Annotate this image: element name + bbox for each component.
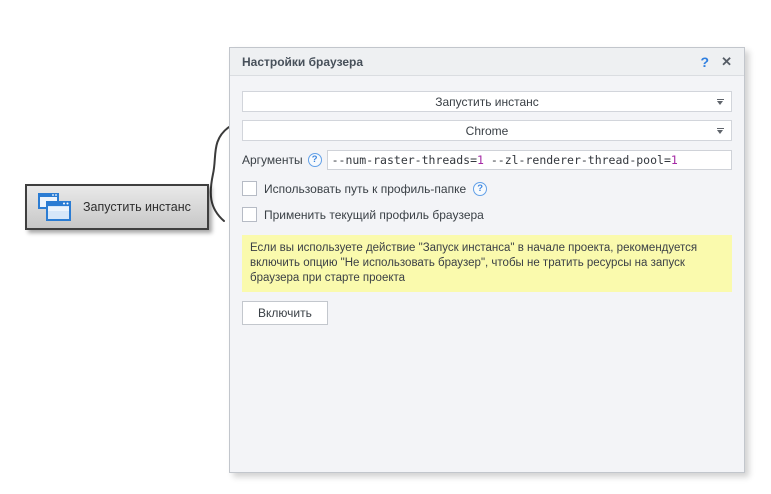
checkbox-row-profile-path: Использовать путь к профиль-папке ?: [242, 181, 732, 196]
action-select[interactable]: Запустить инстанс: [242, 91, 732, 112]
browser-select-value: Chrome: [466, 124, 509, 138]
close-icon[interactable]: ✕: [721, 54, 732, 70]
checkbox-label[interactable]: Применить текущий профиль браузера: [264, 208, 484, 222]
checkbox-use-profile-path[interactable]: [242, 181, 257, 196]
browser-settings-dialog: Настройки браузера ? ✕ Запустить инстанс…: [229, 47, 745, 473]
dialog-body: Запустить инстанс Chrome Аргументы ? --n…: [230, 91, 744, 325]
browser-select[interactable]: Chrome: [242, 120, 732, 141]
chevron-down-icon: [717, 99, 724, 105]
arguments-row: Аргументы ? --num-raster-threads=1 --zl-…: [242, 150, 732, 170]
profile-path-help-icon[interactable]: ?: [473, 182, 487, 196]
chevron-down-icon: [717, 128, 724, 134]
checkbox-row-current-profile: Применить текущий профиль браузера: [242, 207, 732, 222]
arguments-input[interactable]: --num-raster-threads=1 --zl-renderer-thr…: [327, 150, 732, 170]
dialog-title: Настройки браузера: [242, 55, 701, 69]
arguments-help-icon[interactable]: ?: [308, 153, 322, 167]
dialog-help-icon[interactable]: ?: [701, 54, 710, 70]
action-node-label: Запустить инстанс: [83, 200, 191, 214]
notice-box: Если вы используете действие "Запуск инс…: [242, 235, 732, 292]
action-node-launch-instance[interactable]: Запустить инстанс: [25, 184, 209, 230]
checkbox-apply-current-profile[interactable]: [242, 207, 257, 222]
enable-button[interactable]: Включить: [242, 301, 328, 325]
action-select-value: Запустить инстанс: [435, 95, 539, 109]
checkbox-label[interactable]: Использовать путь к профиль-папке: [264, 182, 466, 196]
browser-windows-icon: [37, 192, 71, 222]
arguments-label: Аргументы: [242, 153, 303, 167]
workspace: Запустить инстанс Настройки браузера ? ✕…: [0, 0, 771, 494]
dialog-titlebar: Настройки браузера ? ✕: [230, 48, 744, 76]
